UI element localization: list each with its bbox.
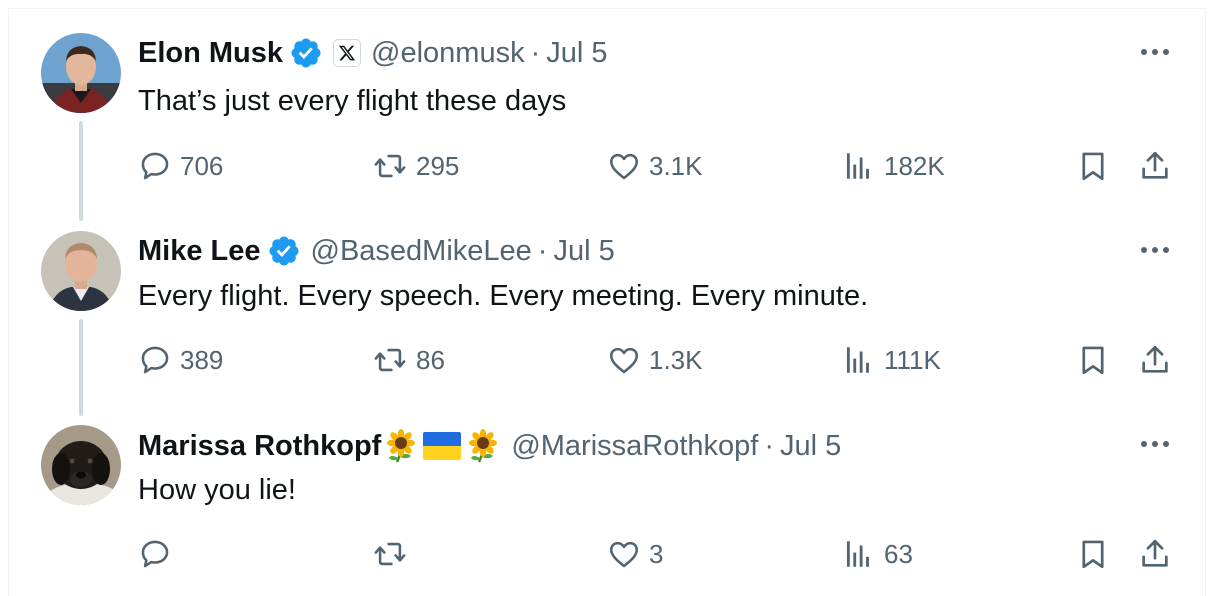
repost-button[interactable]: 295: [372, 146, 459, 186]
like-count: 3: [649, 538, 664, 569]
reply-count: 706: [180, 150, 224, 181]
user-handle[interactable]: @BasedMikeLee: [311, 234, 532, 268]
analytics-icon: [846, 347, 869, 373]
share-button[interactable]: [1138, 534, 1172, 574]
tweet-header: Mike Lee @BasedMikeLee · Jul 5: [138, 234, 615, 268]
repost-button[interactable]: [372, 534, 416, 574]
tweet-header: Elon Musk @elonmusk · Jul 5: [138, 36, 608, 70]
reply-button[interactable]: 389: [138, 340, 223, 380]
repost-count: 86: [416, 344, 445, 375]
share-icon: [1142, 345, 1168, 373]
view-count: 111K: [884, 344, 941, 375]
more-options-button[interactable]: [1138, 233, 1172, 267]
sunflower-icon: [383, 428, 419, 464]
reply-button[interactable]: 706: [138, 146, 223, 186]
tweet-actions: 389 86 1.3K 111K: [0, 340, 1230, 380]
display-name[interactable]: Marissa Rothkopf: [138, 429, 381, 463]
avatar-elon-musk[interactable]: [41, 33, 121, 113]
tweet-header: Marissa Rothkopf @MarissaRothkopf · Jul …: [138, 428, 841, 464]
like-button[interactable]: 3.1K: [607, 146, 703, 186]
more-options-button[interactable]: [1138, 35, 1172, 69]
view-count: 63: [884, 538, 913, 569]
user-handle[interactable]: @MarissaRothkopf: [511, 429, 758, 463]
avatar-marissa-rothkopf[interactable]: [41, 425, 121, 505]
tweet-date[interactable]: Jul 5: [546, 36, 607, 70]
tweet-text: How you lie!: [138, 474, 296, 506]
user-handle[interactable]: @elonmusk: [371, 36, 525, 70]
ellipsis-icon: [1141, 441, 1169, 447]
repost-button[interactable]: 86: [372, 340, 445, 380]
bookmark-button[interactable]: [1076, 146, 1110, 186]
views-button[interactable]: 63: [842, 534, 913, 574]
repost-count: 295: [416, 150, 460, 181]
reply-icon: [141, 346, 169, 374]
separator-dot: ·: [530, 37, 541, 69]
ellipsis-icon: [1141, 49, 1169, 55]
verified-checkmark-icon[interactable]: [289, 36, 323, 70]
share-button[interactable]: [1138, 340, 1172, 380]
bookmark-icon: [1082, 152, 1104, 181]
tweet-actions: 706 295 3.1K 182K: [0, 146, 1230, 186]
bookmark-button[interactable]: [1076, 340, 1110, 380]
avatar-mike-lee[interactable]: [41, 231, 121, 311]
display-name[interactable]: Elon Musk: [138, 36, 283, 70]
ellipsis-icon: [1141, 247, 1169, 253]
like-button[interactable]: 3: [607, 534, 663, 574]
heart-icon: [609, 541, 639, 568]
heart-icon: [609, 153, 639, 180]
repost-icon: [374, 542, 406, 566]
repost-icon: [374, 154, 406, 178]
bookmark-icon: [1082, 346, 1104, 375]
separator-dot: ·: [537, 235, 548, 267]
views-button[interactable]: 111K: [842, 340, 941, 380]
reply-count: 389: [180, 344, 224, 375]
like-button[interactable]: 1.3K: [607, 340, 703, 380]
x-logo-icon[interactable]: [333, 39, 362, 67]
heart-icon: [609, 347, 639, 374]
view-count: 182K: [884, 150, 945, 181]
tweet-date[interactable]: Jul 5: [553, 234, 614, 268]
share-icon: [1142, 539, 1168, 567]
reply-icon: [141, 152, 169, 180]
analytics-icon: [846, 541, 869, 567]
views-button[interactable]: 182K: [842, 146, 945, 186]
tweet-date[interactable]: Jul 5: [780, 429, 841, 463]
tweet-text: That’s just every flight these days: [138, 85, 567, 117]
reply-button[interactable]: [138, 534, 180, 574]
bookmark-button[interactable]: [1076, 534, 1110, 574]
ukraine-flag-icon: [423, 432, 462, 460]
display-name[interactable]: Mike Lee: [138, 234, 261, 268]
share-icon: [1142, 151, 1168, 179]
separator-dot: ·: [764, 430, 775, 462]
tweet-actions: 3 63: [0, 534, 1230, 574]
like-count: 3.1K: [649, 150, 703, 181]
tweet-text: Every flight. Every speech. Every meetin…: [138, 280, 869, 312]
more-options-button[interactable]: [1138, 427, 1172, 461]
reply-icon: [141, 540, 169, 568]
verified-checkmark-icon[interactable]: [267, 234, 301, 268]
sunflower-icon: [465, 428, 501, 464]
share-button[interactable]: [1138, 146, 1172, 186]
repost-icon: [374, 348, 406, 372]
like-count: 1.3K: [649, 344, 703, 375]
bookmark-icon: [1082, 540, 1104, 569]
analytics-icon: [846, 153, 869, 179]
